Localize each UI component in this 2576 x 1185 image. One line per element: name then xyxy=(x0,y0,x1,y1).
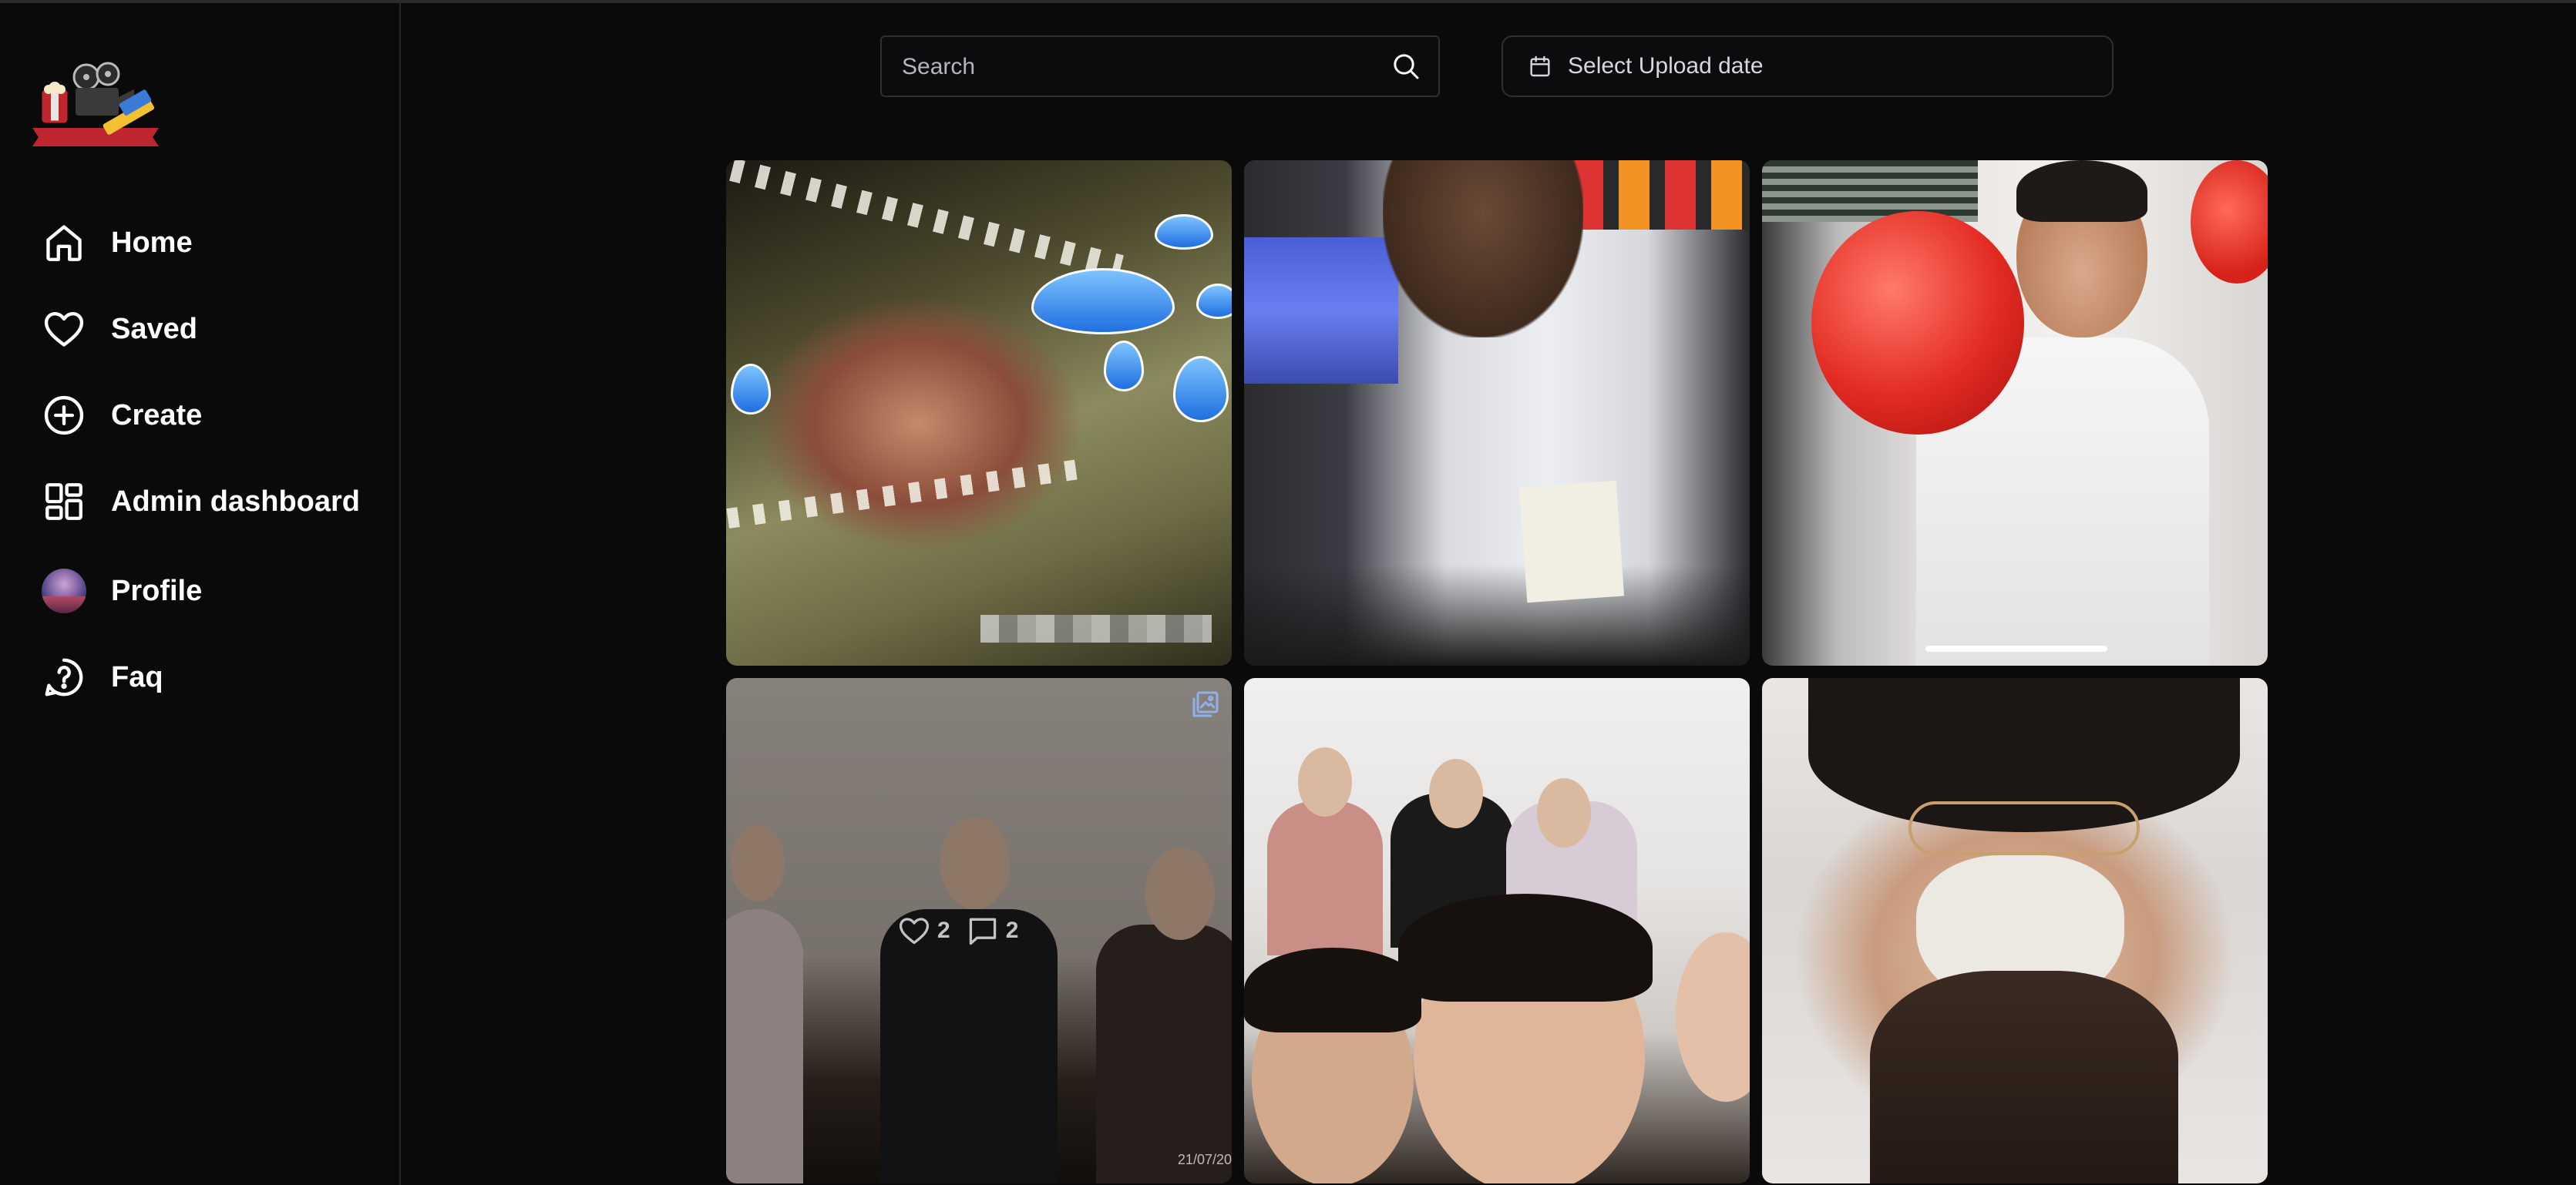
sidebar-item-admin-dashboard[interactable]: Admin dashboard xyxy=(40,475,360,529)
upload-date-picker[interactable]: Select Upload date xyxy=(1502,35,2114,97)
post-tile[interactable] xyxy=(1244,160,1750,666)
dashboard-icon xyxy=(40,478,88,525)
sidebar-item-create[interactable]: Create xyxy=(40,388,202,442)
plus-circle-icon xyxy=(40,391,88,439)
sidebar-item-label: Saved xyxy=(111,312,197,345)
avatar xyxy=(42,569,86,613)
comment-count[interactable]: 2 xyxy=(966,914,1019,948)
sidebar-item-label: Home xyxy=(111,226,193,259)
calendar-icon xyxy=(1528,54,1552,79)
sidebar-item-label: Profile xyxy=(111,574,203,607)
app-root: Home Saved Create Admin dashboard Profil… xyxy=(0,0,2576,1185)
post-image xyxy=(1762,678,2268,1183)
sidebar-item-faq[interactable]: Faq xyxy=(40,650,163,704)
heart-icon xyxy=(899,918,930,945)
post-stats-overlay: 2 2 xyxy=(897,914,1018,948)
sidebar-item-home[interactable]: Home xyxy=(40,216,193,270)
comment-count-value: 2 xyxy=(1005,918,1019,943)
search-input[interactable] xyxy=(900,37,1381,97)
sidebar-item-saved[interactable]: Saved xyxy=(40,302,197,356)
comment-icon xyxy=(969,918,996,945)
home-icon xyxy=(40,219,88,267)
question-icon xyxy=(40,653,88,701)
post-tile[interactable] xyxy=(726,160,1232,666)
post-image xyxy=(1762,160,2268,666)
avatar-wrapper xyxy=(40,567,88,615)
multi-image-icon xyxy=(1190,689,1221,720)
upload-date-label: Select Upload date xyxy=(1568,53,1764,79)
like-count-value: 2 xyxy=(937,918,950,943)
search-icon[interactable] xyxy=(1391,51,1421,82)
video-progress-bar[interactable] xyxy=(1925,646,2107,652)
logo[interactable] xyxy=(28,57,163,149)
heart-icon xyxy=(40,305,88,353)
sidebar-item-profile[interactable]: Profile xyxy=(40,564,202,618)
post-tile[interactable] xyxy=(1762,160,2268,666)
post-timestamp: 21/07/20 xyxy=(1177,1152,1232,1167)
post-tile[interactable] xyxy=(1244,678,1750,1183)
sidebar-item-label: Faq xyxy=(111,660,163,693)
post-image xyxy=(726,160,1232,666)
post-grid: 2 2 21/07/20 xyxy=(726,160,2268,1185)
post-image xyxy=(1244,160,1750,666)
sidebar: Home Saved Create Admin dashboard Profil… xyxy=(0,3,401,1185)
sidebar-item-label: Admin dashboard xyxy=(111,485,361,518)
like-count[interactable]: 2 xyxy=(897,914,950,948)
post-image xyxy=(1244,678,1750,1183)
search-box xyxy=(880,35,1440,97)
sidebar-item-label: Create xyxy=(111,398,203,431)
post-tile[interactable]: 2 2 21/07/20 xyxy=(726,678,1232,1183)
post-tile[interactable] xyxy=(1762,678,2268,1183)
logo-icon xyxy=(32,62,159,146)
